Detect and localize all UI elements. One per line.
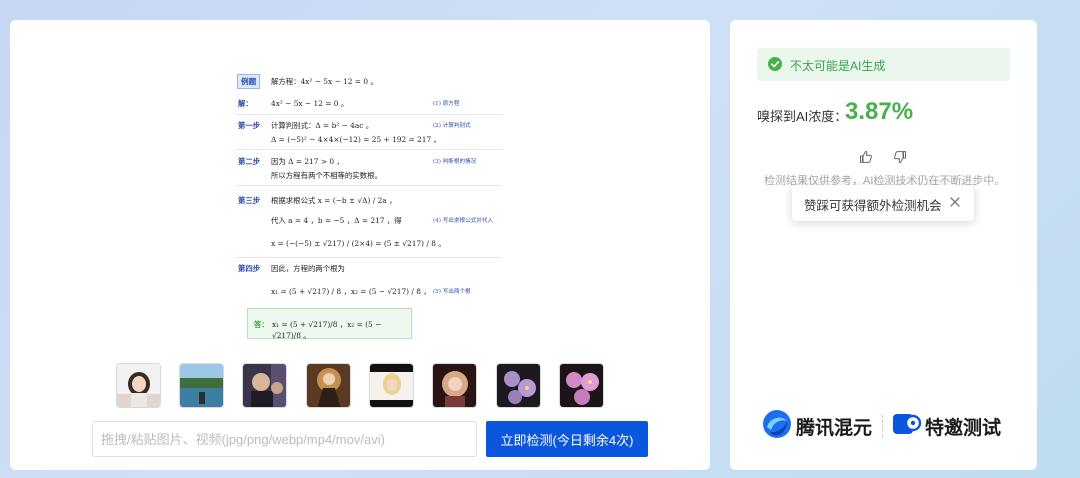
step3-label: 第三步 — [238, 196, 261, 205]
blonde-image — [370, 364, 413, 407]
close-icon[interactable] — [948, 195, 962, 209]
example-badge: 例题 — [237, 74, 261, 89]
check-circle-icon — [768, 57, 782, 71]
image-preview: 例题 解方程：4x² − 5x − 12 = 0 。 解： 4x² − 5x −… — [226, 50, 502, 342]
hunyuan-logo-icon — [763, 410, 791, 438]
logo-divider — [882, 415, 883, 437]
detect-button[interactable]: 立即检测(今日剩余4次) — [486, 421, 648, 457]
divider — [236, 185, 502, 186]
divider — [236, 257, 502, 258]
portrait-image — [117, 364, 160, 407]
sample-thumbnail-man-selfie[interactable] — [242, 363, 287, 408]
concentration-label: 嗅探到AI浓度： — [757, 109, 848, 124]
sample-thumbnail-woman-gold[interactable] — [306, 363, 351, 408]
step2-line1: 因为 Δ = 217 > 0 ， — [271, 157, 344, 166]
answer-box: 答： x₁ = (5 + √217)/8 ，x₂ = (5 − √217)/8 … — [247, 308, 412, 340]
sample-thumbnail-flowers-purple[interactable] — [496, 363, 541, 408]
upload-panel: 例题 解方程：4x² − 5x − 12 = 0 。 解： 4x² − 5x −… — [10, 20, 710, 470]
step3-note: (4) 写出求根公式并代入 — [433, 218, 494, 224]
solve-note: (1) 原方程 — [433, 101, 460, 107]
solve-equation: 4x² − 5x − 12 = 0 。 — [271, 99, 349, 108]
upload-input[interactable] — [92, 421, 477, 457]
step1-line2: Δ = (−5)² − 4×4×(−12) = 25 + 192 = 217 。 — [271, 135, 441, 144]
step4-label: 第四步 — [238, 264, 261, 273]
thumbs-up-icon[interactable] — [859, 150, 873, 164]
reward-tooltip: 赞踩可获得额外检测机会 — [792, 185, 974, 221]
step2-line2: 所以方程有两个不相等的实数根。 — [271, 171, 382, 180]
man-image — [243, 364, 286, 407]
step4-line1: 因此，方程的两个根为 — [271, 264, 345, 273]
step1-note: (2) 计算判别式 — [433, 123, 471, 129]
sample-thumbnail-flowers-pink[interactable] — [559, 363, 604, 408]
step4-line2: x₁ = (5 + √217) / 8 ，x₂ = (5 − √217) / 8… — [271, 287, 431, 296]
thumbs-down-icon[interactable] — [893, 150, 907, 164]
step4-note: (5) 写出两个根 — [433, 289, 471, 295]
sample-thumbnail-portrait-girl[interactable] — [116, 363, 161, 408]
lake-image — [180, 364, 223, 407]
sample-thumbnail-lake[interactable] — [179, 363, 224, 408]
hunyuan-logo-text: 腾讯混元 — [796, 418, 873, 439]
answer-label: 答： — [254, 320, 269, 329]
divider — [236, 114, 502, 115]
problem-text: 解方程：4x² − 5x − 12 = 0 。 — [271, 77, 378, 86]
answer-text: x₁ = (5 + √217)/8 ，x₂ = (5 − √217)/8 。 — [272, 320, 382, 340]
woman-gold-image — [307, 364, 350, 407]
step2-note: (3) 判断根的情况 — [433, 159, 477, 165]
flowers-image — [497, 364, 540, 407]
solve-label: 解： — [238, 99, 253, 108]
woman-pink-image — [433, 364, 476, 407]
step1-line1: 计算判别式：Δ = b² − 4ac 。 — [271, 121, 374, 130]
step3-line1: 根据求根公式 x = (−b ± √Δ) / 2a ， — [271, 196, 397, 205]
divider — [236, 149, 502, 150]
verdict-text: 不太可能是AI生成 — [790, 59, 886, 73]
verdict-banner: 不太可能是AI生成 — [757, 48, 1010, 81]
tooltip-text: 赞踩可获得额外检测机会 — [804, 199, 942, 213]
sample-thumbnail-blonde[interactable] — [369, 363, 414, 408]
invite-test-logo-icon — [893, 414, 922, 434]
invite-test-logo-text: 特邀测试 — [925, 418, 1002, 439]
step2-label: 第二步 — [238, 157, 261, 166]
concentration-value: 3.87% — [845, 98, 914, 125]
result-panel: 不太可能是AI生成 嗅探到AI浓度： 3.87% 检测结果仅供参考，AI检测技术… — [730, 20, 1037, 470]
step3-line2: 代入 a = 4 ，b = −5 ，Δ = 217 ，得 — [271, 216, 402, 225]
step3-line3: x = (−(−5) ± √217) / (2×4) = (5 ± √217) … — [271, 239, 446, 248]
step1-label: 第一步 — [238, 121, 261, 130]
sample-thumbnail-woman-pink[interactable] — [432, 363, 477, 408]
flowers-pink-image — [560, 364, 603, 407]
